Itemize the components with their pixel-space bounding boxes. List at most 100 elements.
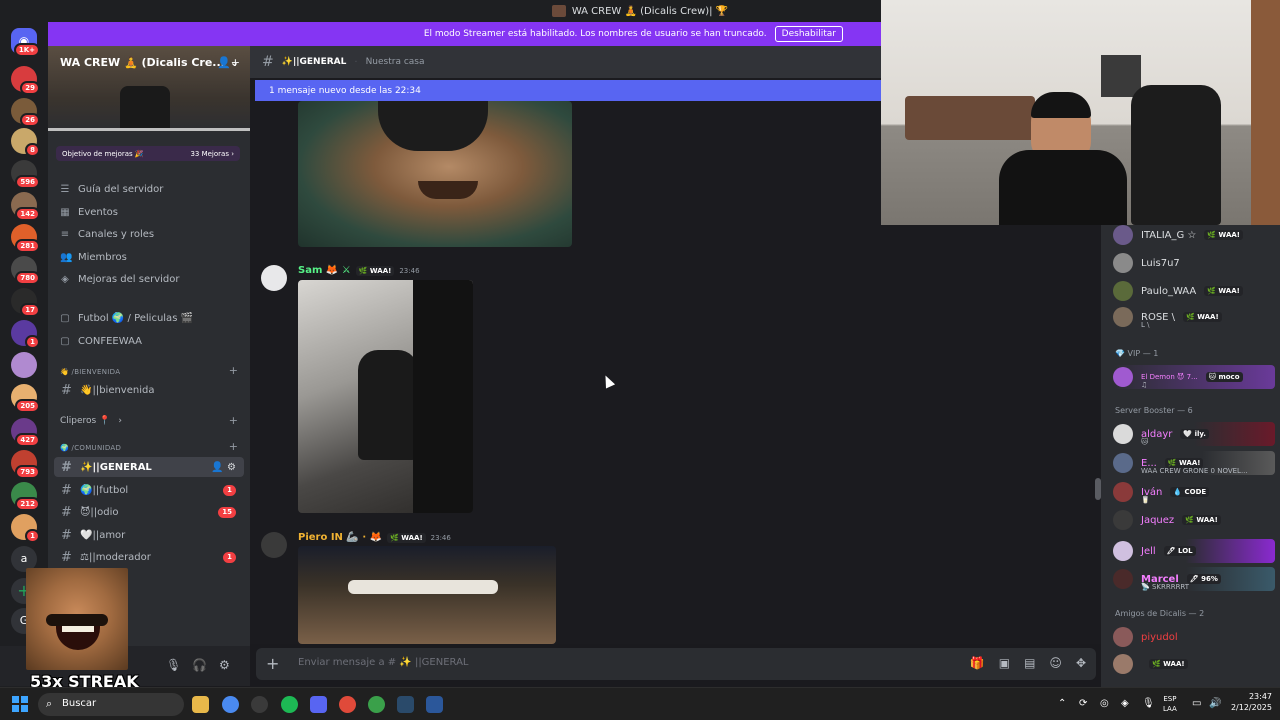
channel-general[interactable]: # ✨||GENERAL 👤 ⚙ [54, 457, 244, 477]
chrome-icon[interactable] [368, 696, 385, 713]
windows-start-icon[interactable] [12, 696, 28, 712]
add-channel-icon[interactable]: + [229, 414, 238, 427]
gif-icon[interactable]: ▣ [999, 656, 1010, 670]
new-messages-bar[interactable]: 1 mensaje nuevo desde las 22:34 [255, 80, 881, 101]
member-item[interactable]: piyudol [1113, 625, 1275, 649]
chrome-icon[interactable] [222, 696, 239, 713]
timestamp: 23:46 [430, 533, 451, 542]
sync-icon[interactable]: ⟳ [1079, 698, 1087, 709]
server-name-dropdown[interactable]: WA CREW 🧘 (Dicalis Cre... ⌄ [60, 56, 239, 69]
add-channel-icon[interactable]: + [229, 364, 238, 377]
server-icon[interactable]: 596 [11, 160, 40, 189]
clock[interactable]: 23:47 2/12/2025 [1231, 691, 1272, 713]
window-title: WA CREW 🧘 (Dicalis Crew)| 🏆 [571, 5, 729, 17]
app-icon[interactable] [251, 696, 268, 713]
avatar[interactable] [261, 265, 287, 291]
member-item[interactable]: 🌿 WAA! [1113, 652, 1275, 676]
server-icon[interactable]: 1 [11, 320, 40, 349]
channel-odio[interactable]: # 😈||odio 15 [54, 502, 244, 522]
category-comunidad[interactable]: 🌍 /COMUNIDAD [60, 444, 121, 452]
avatar [1113, 654, 1133, 674]
channel-amor[interactable]: # 🤍||amor [54, 525, 244, 545]
nav-channels-roles[interactable]: ≡ Canales y roles [60, 229, 154, 240]
avatar[interactable] [261, 532, 287, 558]
emoji-icon[interactable]: ☺ [1049, 656, 1062, 670]
server-icon[interactable]: 281 [11, 224, 40, 253]
spotify-icon[interactable] [281, 696, 298, 713]
microphone-icon[interactable]: 🎙 [1142, 698, 1155, 709]
nav-events[interactable]: ▦ Eventos [60, 207, 118, 218]
member-item[interactable]: Luis7u7 [1113, 251, 1275, 275]
message-image[interactable] [298, 101, 572, 247]
volume-icon[interactable]: 🔊 [1209, 698, 1221, 709]
nav-futbol[interactable]: ▢ Futbol 🌍 / Peliculas 🎬 [60, 313, 193, 324]
member-item[interactable]: E... 🌿 WAA! WAA CREW GRONE 0 NOVEL... [1113, 451, 1275, 475]
author-name[interactable]: Sam 🦊 ⚔ [298, 265, 351, 276]
tray-icon[interactable]: ◈ [1121, 698, 1129, 709]
server-icon[interactable]: 29 [11, 66, 40, 95]
message-input[interactable]: Enviar mensaje a # ✨ ||GENERAL [298, 657, 469, 668]
author-name[interactable]: Piero IN 🦾 · 🦊 [298, 532, 382, 543]
server-icon[interactable]: 142 [11, 192, 40, 221]
category-clipers[interactable]: Cliperos 📍 › [60, 416, 122, 426]
add-attachment-icon[interactable]: + [266, 654, 279, 673]
channel-futbol[interactable]: # 🌍||futbol 1 [54, 480, 244, 500]
member-item[interactable]: El Demon 😈 7... 🐱 moco ♫ [1113, 365, 1275, 389]
nav-server-guide[interactable]: ☰ Guía del servidor [60, 184, 164, 195]
word-icon[interactable] [426, 696, 443, 713]
channel-label: ✨||GENERAL [80, 461, 152, 473]
member-item[interactable]: Jell 🖊 LOL [1113, 539, 1275, 563]
language-indicator[interactable]: ESP LAA [1163, 694, 1177, 714]
discord-icon[interactable] [310, 696, 327, 713]
message-image[interactable] [298, 280, 473, 513]
taskbar-search[interactable]: ⌕ Buscar [38, 693, 184, 716]
message-image[interactable] [298, 546, 556, 644]
discord-home-icon[interactable]: ◉ 1K+ [11, 28, 40, 57]
add-channel-icon[interactable]: + [229, 440, 238, 453]
tray-icon[interactable]: ◎ [1100, 698, 1109, 709]
channel-moderador[interactable]: # ⚖||moderador 1 [54, 547, 244, 567]
member-item[interactable]: Iván 💧 CODE 🥛 [1113, 480, 1275, 504]
nav-members[interactable]: 👥 Miembros [60, 252, 127, 263]
steam-icon[interactable] [397, 696, 414, 713]
microphone-icon[interactable]: 🎙 [166, 658, 181, 672]
member-item[interactable]: ITALIA_G ☆ 🌿 WAA! [1113, 225, 1275, 247]
server-icon[interactable]: 8 [11, 128, 40, 157]
network-icon[interactable]: ▭ [1192, 698, 1201, 709]
invite-icon[interactable]: 👤+ [217, 56, 240, 69]
scrollbar-thumb[interactable] [1095, 478, 1101, 500]
headphones-icon[interactable]: 🎧 [192, 658, 207, 672]
chevron-up-icon[interactable]: ⌃ [1058, 698, 1066, 709]
message-composer[interactable]: + Enviar mensaje a # ✨ ||GENERAL 🎁 ▣ ▤ ☺… [256, 648, 1096, 680]
channel-settings-icon[interactable]: 👤 ⚙ [211, 462, 236, 473]
apps-icon[interactable]: ✥ [1076, 656, 1086, 670]
member-item[interactable]: ROSE \ 🌿 WAA! L \ [1113, 305, 1275, 329]
nav-confeewaa[interactable]: ▢ CONFEEWAA [60, 336, 142, 347]
server-icon[interactable]: 26 [11, 98, 40, 127]
chrome-icon[interactable] [339, 696, 356, 713]
sticker-icon[interactable]: ▤ [1024, 656, 1035, 670]
channel-topic[interactable]: Nuestra casa [366, 57, 425, 67]
member-item[interactable]: Marcel 🖊 96% 📡 SKRRRRRT [1113, 567, 1275, 591]
gear-icon[interactable]: ⚙ [219, 658, 230, 672]
channel-bienvenida[interactable]: # 👋||bienvenida [54, 380, 244, 400]
server-icon[interactable]: 205 [11, 384, 40, 413]
server-icon[interactable] [11, 352, 37, 378]
server-icon[interactable]: 1 [11, 514, 40, 543]
boost-goal-bar[interactable]: Objetivo de mejoras 🎉 33 Mejoras › [56, 146, 240, 161]
server-icon[interactable]: 427 [11, 418, 40, 447]
nav-server-boosts[interactable]: ◈ Mejoras del servidor [60, 274, 179, 285]
member-item[interactable]: aldayr 🤍 ily. 🐱 [1113, 422, 1275, 446]
member-item[interactable]: Paulo_WAA 🌿 WAA! [1113, 279, 1275, 303]
gift-icon[interactable]: 🎁 [970, 656, 985, 670]
streamer-mode-banner: El modo Streamer está habilitado. Los no… [48, 22, 881, 46]
server-icon[interactable]: 17 [11, 288, 40, 317]
member-item[interactable]: Jaquez 🌿 WAA! [1113, 508, 1275, 532]
server-icon[interactable]: 780 [11, 256, 40, 285]
disable-streamer-button[interactable]: Deshabilitar [774, 26, 843, 42]
server-icon[interactable]: 793 [11, 450, 40, 479]
server-icon[interactable]: 212 [11, 482, 40, 511]
file-explorer-icon[interactable] [192, 696, 209, 713]
server-banner[interactable]: WA CREW 🧘 (Dicalis Cre... ⌄ 👤+ [48, 46, 250, 134]
category-bienvenida[interactable]: 👋 /BIENVENIDA [60, 368, 120, 376]
